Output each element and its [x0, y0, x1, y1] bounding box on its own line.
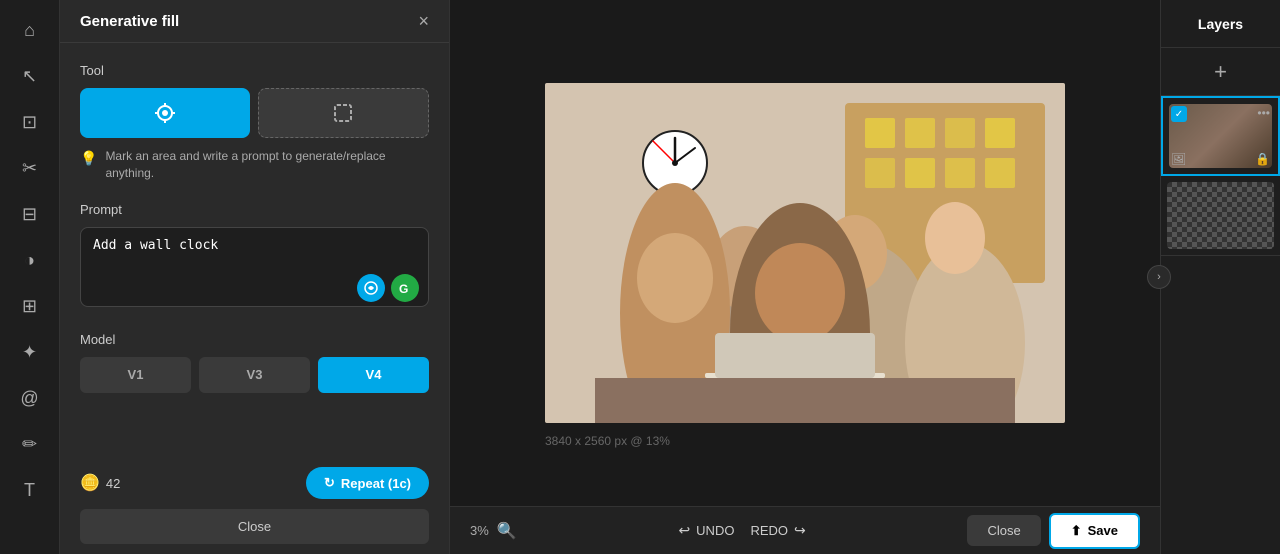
layer-item-1[interactable]: ✓ ••• 🔒 🖼	[1161, 96, 1280, 176]
tool-hint-text: Mark an area and write a prompt to gener…	[105, 148, 429, 182]
repeat-icon: ↻	[324, 475, 335, 491]
text-icon[interactable]: T	[10, 470, 50, 510]
panel-footer-area: 🪙 42 ↻ Repeat (1c) Close	[60, 467, 449, 554]
layers-panel: › Layers + ✓ ••• 🔒 🖼	[1160, 0, 1280, 554]
home-icon[interactable]: ⌂	[10, 10, 50, 50]
marquee-tool-button[interactable]	[258, 88, 430, 138]
redo-button[interactable]: REDO ↪	[750, 522, 805, 539]
image-info: 3840 x 2560 px @ 13%	[545, 434, 670, 448]
zoom-label: 3%	[470, 523, 489, 538]
layer-check-1: ✓	[1171, 106, 1187, 122]
repeat-label: Repeat (1c)	[341, 476, 411, 491]
repeat-button[interactable]: ↻ Repeat (1c)	[306, 467, 429, 499]
canvas-close-button[interactable]: Close	[967, 515, 1040, 546]
model-v1-button[interactable]: V1	[80, 357, 191, 393]
layers-title: Layers	[1198, 16, 1243, 32]
model-v4-button[interactable]: V4	[318, 357, 429, 393]
layer-item-2[interactable]	[1161, 176, 1280, 256]
panel-header: Generative fill ×	[60, 0, 449, 43]
canvas-main: 3840 x 2560 px @ 13%	[450, 0, 1160, 506]
scissors-icon[interactable]: ✂	[10, 148, 50, 188]
canvas-image-container: 3840 x 2560 px @ 13%	[545, 83, 1065, 423]
canvas-image	[545, 83, 1065, 423]
tool-buttons	[80, 88, 429, 138]
prompt-section-label: Prompt	[80, 202, 429, 217]
credits-badge: 🪙 42	[80, 473, 120, 493]
save-icon: ⬆	[1071, 523, 1082, 539]
pen-icon[interactable]: ✏	[10, 424, 50, 464]
crop-icon[interactable]: ⊡	[10, 102, 50, 142]
layers-header: Layers	[1161, 0, 1280, 48]
model-section: Model V1 V3 V4	[80, 332, 429, 393]
bottom-right-controls: Close ⬆ Save	[967, 513, 1140, 549]
sparkle-icon[interactable]: ✦	[10, 332, 50, 372]
add-layer-button[interactable]: +	[1161, 48, 1280, 96]
canvas-bottom-bar: 3% 🔍 ↩ UNDO REDO ↪ Close ⬆ Save	[450, 506, 1160, 554]
panel-action-row: 🪙 42 ↻ Repeat (1c)	[80, 467, 429, 499]
bottom-left-controls: 3% 🔍	[470, 521, 517, 541]
hint-icon: 💡	[80, 149, 97, 169]
svg-text:G: G	[399, 282, 408, 296]
save-button[interactable]: ⬆ Save	[1049, 513, 1140, 549]
undo-button[interactable]: ↩ UNDO	[678, 522, 734, 539]
undo-icon: ↩	[678, 522, 690, 539]
ai-icon-2[interactable]: G	[391, 274, 419, 302]
layer-more-icon-1[interactable]: •••	[1257, 106, 1270, 120]
zoom-icon[interactable]: 🔍	[497, 521, 517, 541]
spiral-icon[interactable]: @	[10, 378, 50, 418]
brush-tool-button[interactable]	[80, 88, 250, 138]
coins-icon: 🪙	[80, 473, 100, 493]
close-panel-button[interactable]: Close	[80, 509, 429, 544]
undo-label: UNDO	[696, 523, 734, 538]
redo-label: REDO	[750, 523, 788, 538]
tool-hint: 💡 Mark an area and write a prompt to gen…	[80, 148, 429, 182]
panel-title: Generative fill	[80, 13, 179, 30]
canvas-wrapper: 3840 x 2560 px @ 13% 3% 🔍 ↩ UNDO REDO ↪ …	[450, 0, 1160, 554]
prompt-section: Prompt Add a wall clock G	[80, 202, 429, 312]
tool-section-label: Tool	[80, 63, 429, 78]
left-toolbar: ⌂ ↖ ⊡ ✂ ⊟ ◑ ⊞ ✦ @ ✏ T	[0, 0, 60, 554]
collapse-arrow-button[interactable]: ›	[1147, 265, 1171, 289]
grid-icon[interactable]: ⊞	[10, 286, 50, 326]
cursor-icon[interactable]: ↖	[10, 56, 50, 96]
prompt-wrapper: Add a wall clock G	[80, 227, 429, 312]
layer-checkered-bg-2	[1167, 182, 1274, 249]
bottom-center-controls: ↩ UNDO REDO ↪	[678, 522, 805, 539]
circle-half-icon[interactable]: ◑	[10, 240, 50, 280]
prompt-icons: G	[357, 274, 419, 302]
panel-close-button[interactable]: ×	[418, 12, 429, 30]
redo-icon: ↪	[794, 522, 806, 539]
model-section-label: Model	[80, 332, 429, 347]
model-v3-button[interactable]: V3	[199, 357, 310, 393]
tool-section: Tool	[80, 63, 429, 182]
layer-img-icon-1: 🖼	[1171, 152, 1186, 166]
model-buttons: V1 V3 V4	[80, 357, 429, 393]
credits-count: 42	[106, 476, 120, 491]
sliders-icon[interactable]: ⊟	[10, 194, 50, 234]
generative-fill-panel: Generative fill × Tool	[60, 0, 450, 554]
panel-body: Tool	[60, 43, 449, 467]
save-label: Save	[1088, 523, 1118, 538]
layer-thumbnail-2	[1167, 182, 1274, 249]
layer-lock-icon-1: 🔒	[1255, 152, 1270, 166]
ai-icon-1[interactable]	[357, 274, 385, 302]
